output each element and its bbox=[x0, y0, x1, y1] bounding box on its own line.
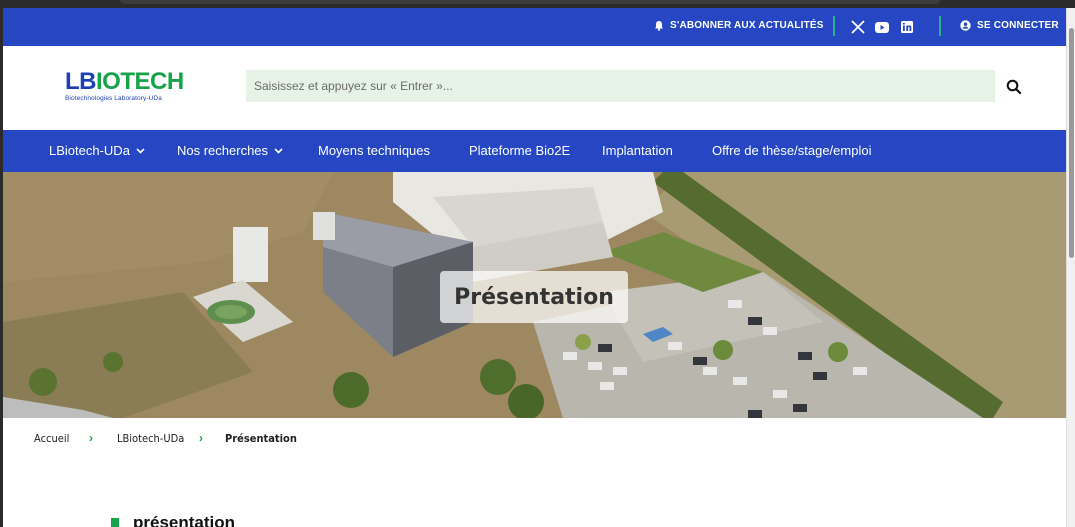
breadcrumb-home[interactable]: Accueil bbox=[34, 432, 69, 445]
search-icon[interactable] bbox=[1005, 78, 1023, 96]
nav-item-bio2e[interactable]: Plateforme Bio2E bbox=[469, 143, 570, 158]
main-nav: LBiotech-UDa Nos recherches Moyens techn… bbox=[3, 130, 1066, 172]
subscribe-label: S'ABONNER AUX ACTUALITÉS bbox=[670, 20, 824, 31]
nav-item-lbiotech[interactable]: LBiotech-UDa bbox=[49, 143, 145, 158]
browser-tab-strip bbox=[120, 0, 940, 4]
chevron-down-icon bbox=[136, 147, 145, 154]
youtube-icon[interactable] bbox=[875, 21, 889, 33]
section-marker bbox=[111, 518, 119, 527]
page-scrollbar[interactable] bbox=[1066, 8, 1075, 527]
breadcrumb-separator-icon: › bbox=[89, 431, 93, 445]
login-link[interactable]: SE CONNECTER bbox=[960, 20, 1059, 31]
breadcrumb-separator-icon: › bbox=[199, 431, 203, 445]
site-header: LBIOTECH Biotechnologies Laboratory-UDa bbox=[3, 46, 1066, 130]
topbar-divider bbox=[833, 16, 835, 36]
breadcrumb-current: Présentation bbox=[225, 432, 297, 445]
nav-item-implantation[interactable]: Implantation bbox=[602, 143, 673, 158]
nav-item-moyens[interactable]: Moyens techniques bbox=[318, 143, 430, 158]
section-title: présentation bbox=[133, 513, 236, 527]
hero-banner: Présentation bbox=[3, 172, 1066, 418]
x-icon[interactable] bbox=[851, 20, 865, 34]
search-input[interactable] bbox=[246, 70, 995, 102]
topbar-divider bbox=[939, 16, 941, 36]
browser-chrome bbox=[0, 0, 1075, 8]
nav-item-recherches[interactable]: Nos recherches bbox=[177, 143, 283, 158]
breadcrumb-lbiotech[interactable]: LBiotech-UDa bbox=[117, 432, 184, 445]
logo-wordmark: LBIOTECH bbox=[65, 68, 184, 95]
user-icon bbox=[960, 20, 971, 31]
top-bar: S'ABONNER AUX ACTUALITÉS SE CONNECTER bbox=[3, 8, 1066, 46]
bell-icon bbox=[655, 21, 663, 31]
social-links bbox=[851, 20, 913, 34]
site-logo[interactable]: LBIOTECH Biotechnologies Laboratory-UDa bbox=[65, 70, 185, 104]
nav-item-offres[interactable]: Offre de thèse/stage/emploi bbox=[712, 143, 871, 158]
login-label: SE CONNECTER bbox=[977, 20, 1059, 31]
linkedin-icon[interactable] bbox=[901, 21, 913, 33]
chevron-down-icon bbox=[274, 147, 283, 154]
subscribe-link[interactable]: S'ABONNER AUX ACTUALITÉS bbox=[654, 20, 824, 31]
logo-subtitle: Biotechnologies Laboratory-UDa bbox=[65, 95, 162, 102]
scrollbar-thumb[interactable] bbox=[1069, 28, 1074, 258]
hero-title: Présentation bbox=[440, 271, 628, 323]
page-viewport: S'ABONNER AUX ACTUALITÉS SE CONNECTER LB… bbox=[3, 8, 1066, 527]
breadcrumb: Accueil › LBiotech-UDa › Présentation bbox=[3, 418, 1066, 456]
